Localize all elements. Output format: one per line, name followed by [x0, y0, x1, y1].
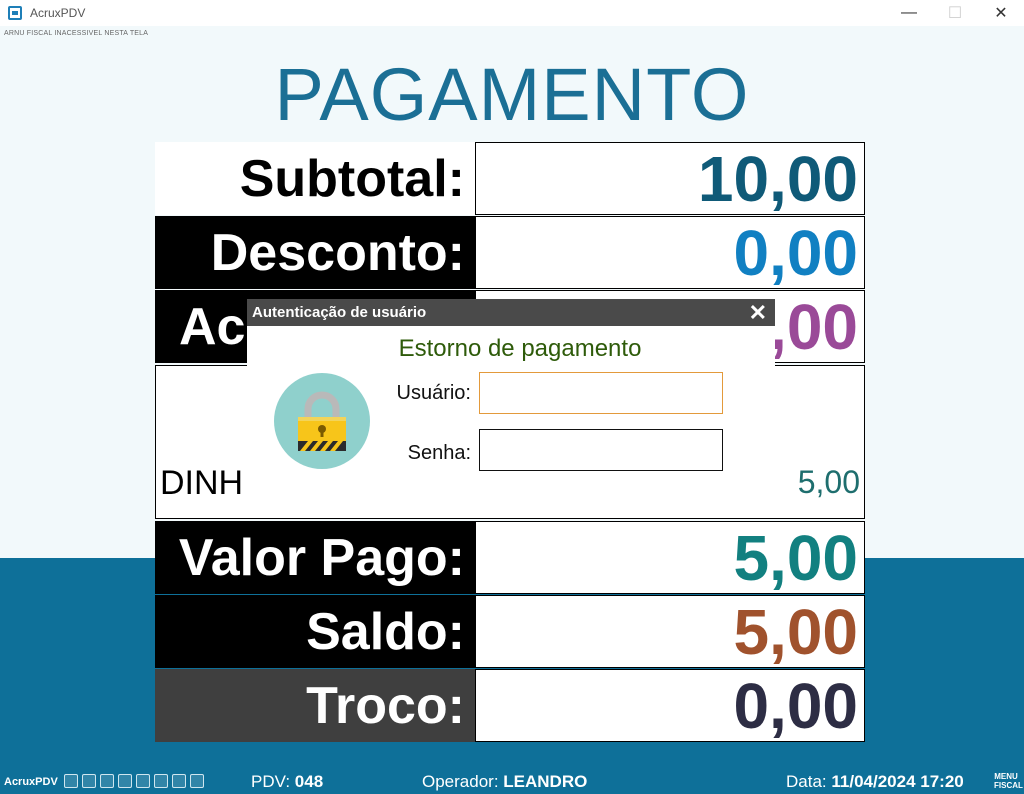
operador-info: Operador: LEANDRO	[422, 772, 588, 791]
saldo-value: 5,00	[475, 595, 865, 668]
auth-dialog-title: Autenticação de usuário	[252, 304, 427, 321]
window-title: AcruxPDV	[30, 6, 86, 20]
computer-icon	[82, 774, 96, 788]
lock-icon	[274, 373, 370, 469]
page-title: PAGAMENTO	[274, 53, 750, 136]
subtotal-row: Subtotal: 10,00	[155, 142, 865, 215]
desconto-label: Desconto:	[155, 216, 475, 289]
status-icons	[64, 774, 204, 788]
status-bar: AcruxPDV PDV: 048 Operador: LEANDRO Data…	[0, 770, 1024, 794]
payment-method: DINH	[160, 464, 244, 502]
valor-pago-row: Valor Pago: 5,00	[155, 521, 865, 594]
app-icon	[8, 6, 22, 20]
saldo-row: Saldo: 5,00	[155, 595, 865, 668]
valor-pago-label: Valor Pago:	[155, 521, 475, 594]
usuario-label: Usuário:	[396, 382, 471, 404]
troco-value: 0,00	[475, 669, 865, 742]
auth-dialog: Autenticação de usuário ✕ Estorno de pag…	[247, 299, 775, 493]
data-info: Data: 11/04/2024 17:20	[786, 772, 964, 791]
keyboard-icon	[190, 774, 204, 788]
pdv-info: PDV: 048	[251, 772, 324, 791]
senha-input[interactable]	[479, 429, 723, 471]
auth-dialog-header: Autenticação de usuário ✕	[247, 299, 775, 326]
title-bar: AcruxPDV — ☐ ✕	[0, 0, 1024, 26]
close-window-button[interactable]: ✕	[978, 0, 1024, 26]
minimize-button[interactable]: —	[886, 0, 932, 26]
shield-icon	[154, 774, 168, 788]
printer-icon	[100, 774, 114, 788]
auth-dialog-subtitle: Estorno de pagamento	[398, 335, 642, 362]
senha-label: Senha:	[407, 442, 471, 464]
subtotal-label: Subtotal:	[155, 142, 475, 215]
usuario-input[interactable]	[479, 372, 723, 414]
payment-amount: 5,00	[797, 464, 860, 500]
scale-icon	[118, 774, 132, 788]
close-icon[interactable]: ✕	[749, 300, 767, 326]
connection-icon	[64, 774, 78, 788]
desconto-row: Desconto: 0,00	[155, 216, 865, 289]
desconto-value: 0,00	[475, 216, 865, 289]
valor-pago-value: 5,00	[475, 521, 865, 594]
tef-icon	[136, 774, 150, 788]
troco-row: Troco: 0,00	[155, 669, 865, 742]
saldo-label: Saldo:	[155, 595, 475, 668]
fiscal-menu-notice: ARNU FISCAL INACESSIVEL NESTA TELA	[4, 30, 149, 37]
troco-label: Troco:	[155, 669, 475, 742]
window-controls: — ☐ ✕	[886, 0, 1024, 26]
subtotal-value: 10,00	[475, 142, 865, 215]
maximize-button[interactable]: ☐	[932, 0, 978, 26]
status-app-name: AcruxPDV	[4, 776, 58, 788]
menu-fiscal-button[interactable]: MENU FISCAL	[994, 772, 1023, 790]
user-icon	[172, 774, 186, 788]
